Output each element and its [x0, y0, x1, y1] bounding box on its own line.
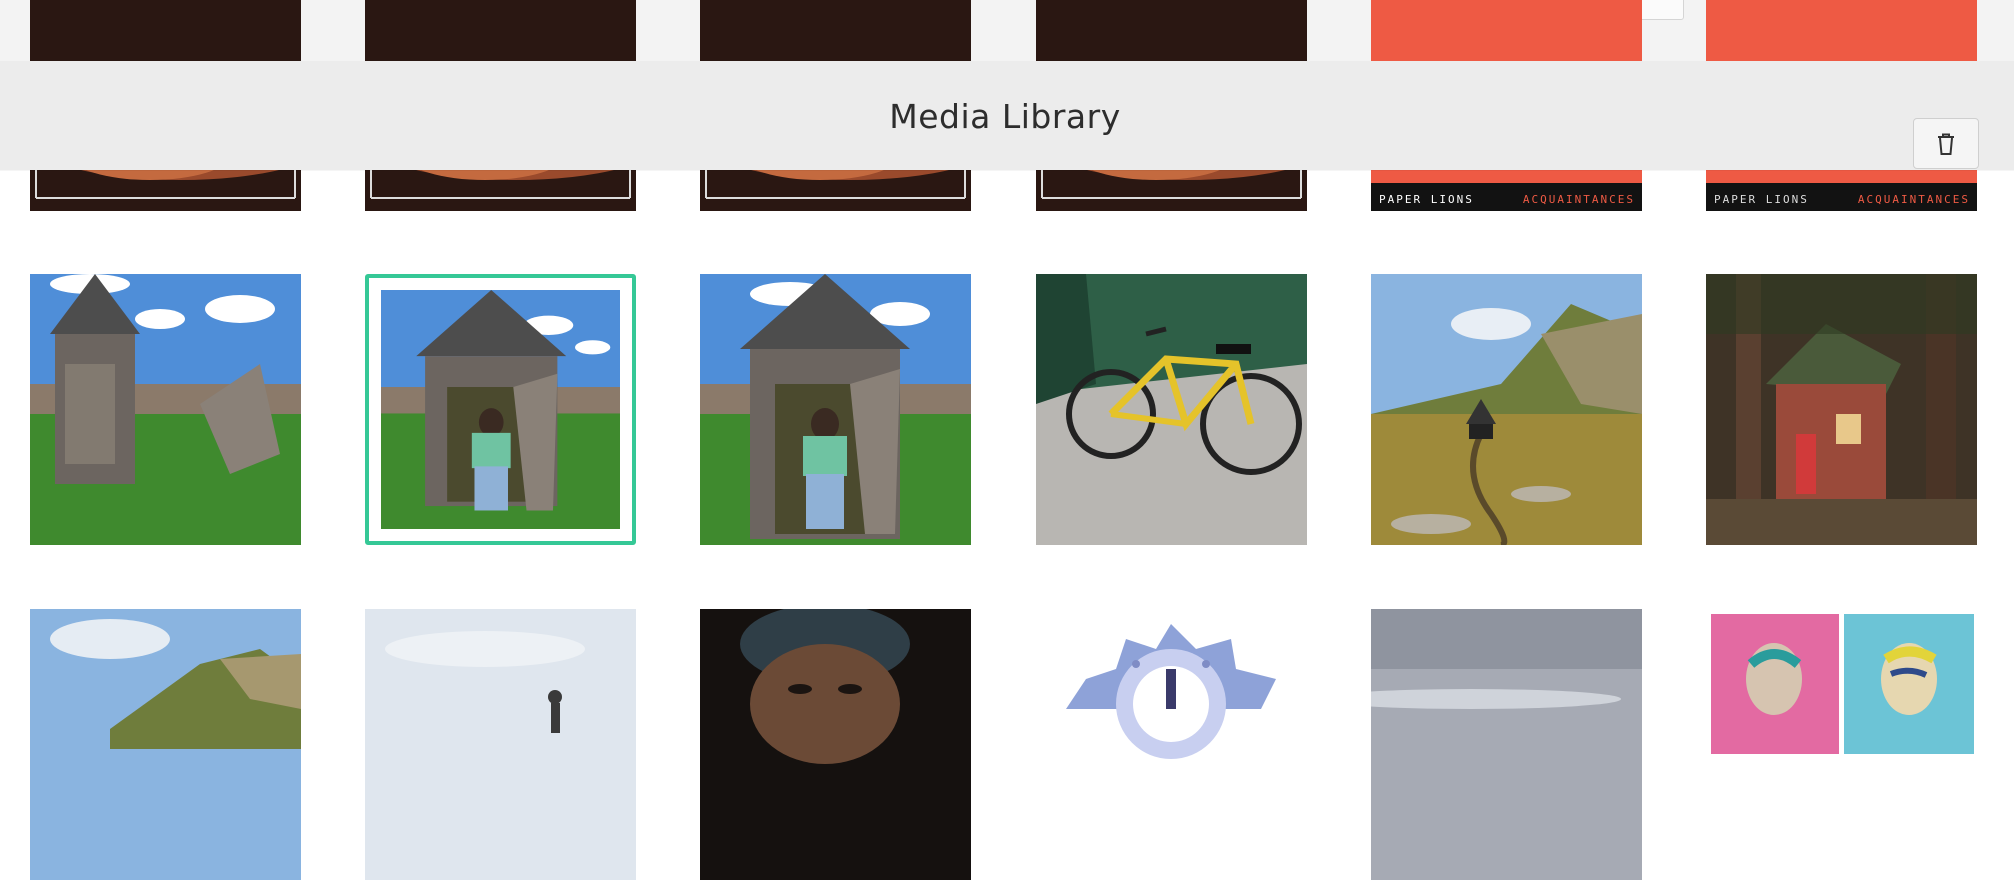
album-title-text: ACQUAINTANCES — [1523, 193, 1635, 206]
media-thumbnail[interactable] — [700, 274, 971, 545]
media-thumbnail[interactable] — [30, 274, 301, 545]
media-thumbnail[interactable] — [700, 609, 971, 880]
media-thumbnail[interactable] — [1036, 274, 1307, 545]
album-artist-text: PAPER LIONS — [1714, 193, 1809, 206]
media-thumbnail-selected[interactable] — [365, 274, 636, 545]
trash-icon — [1938, 133, 1954, 155]
media-thumbnail[interactable] — [1036, 609, 1307, 880]
media-thumbnail[interactable] — [1706, 274, 1977, 545]
media-thumbnail[interactable] — [30, 609, 301, 880]
media-library-header: Media Library — [0, 61, 2014, 170]
media-thumbnail-art[interactable] — [1706, 609, 1977, 880]
album-title-text: ACQUAINTANCES — [1858, 193, 1970, 206]
page-title: Media Library — [889, 97, 1121, 136]
media-thumbnail[interactable] — [1371, 609, 1642, 880]
album-artist-text: PAPER LIONS — [1379, 193, 1474, 206]
media-thumbnail[interactable] — [1371, 274, 1642, 545]
media-thumbnail[interactable] — [365, 609, 636, 880]
delete-button[interactable] — [1913, 118, 1979, 169]
